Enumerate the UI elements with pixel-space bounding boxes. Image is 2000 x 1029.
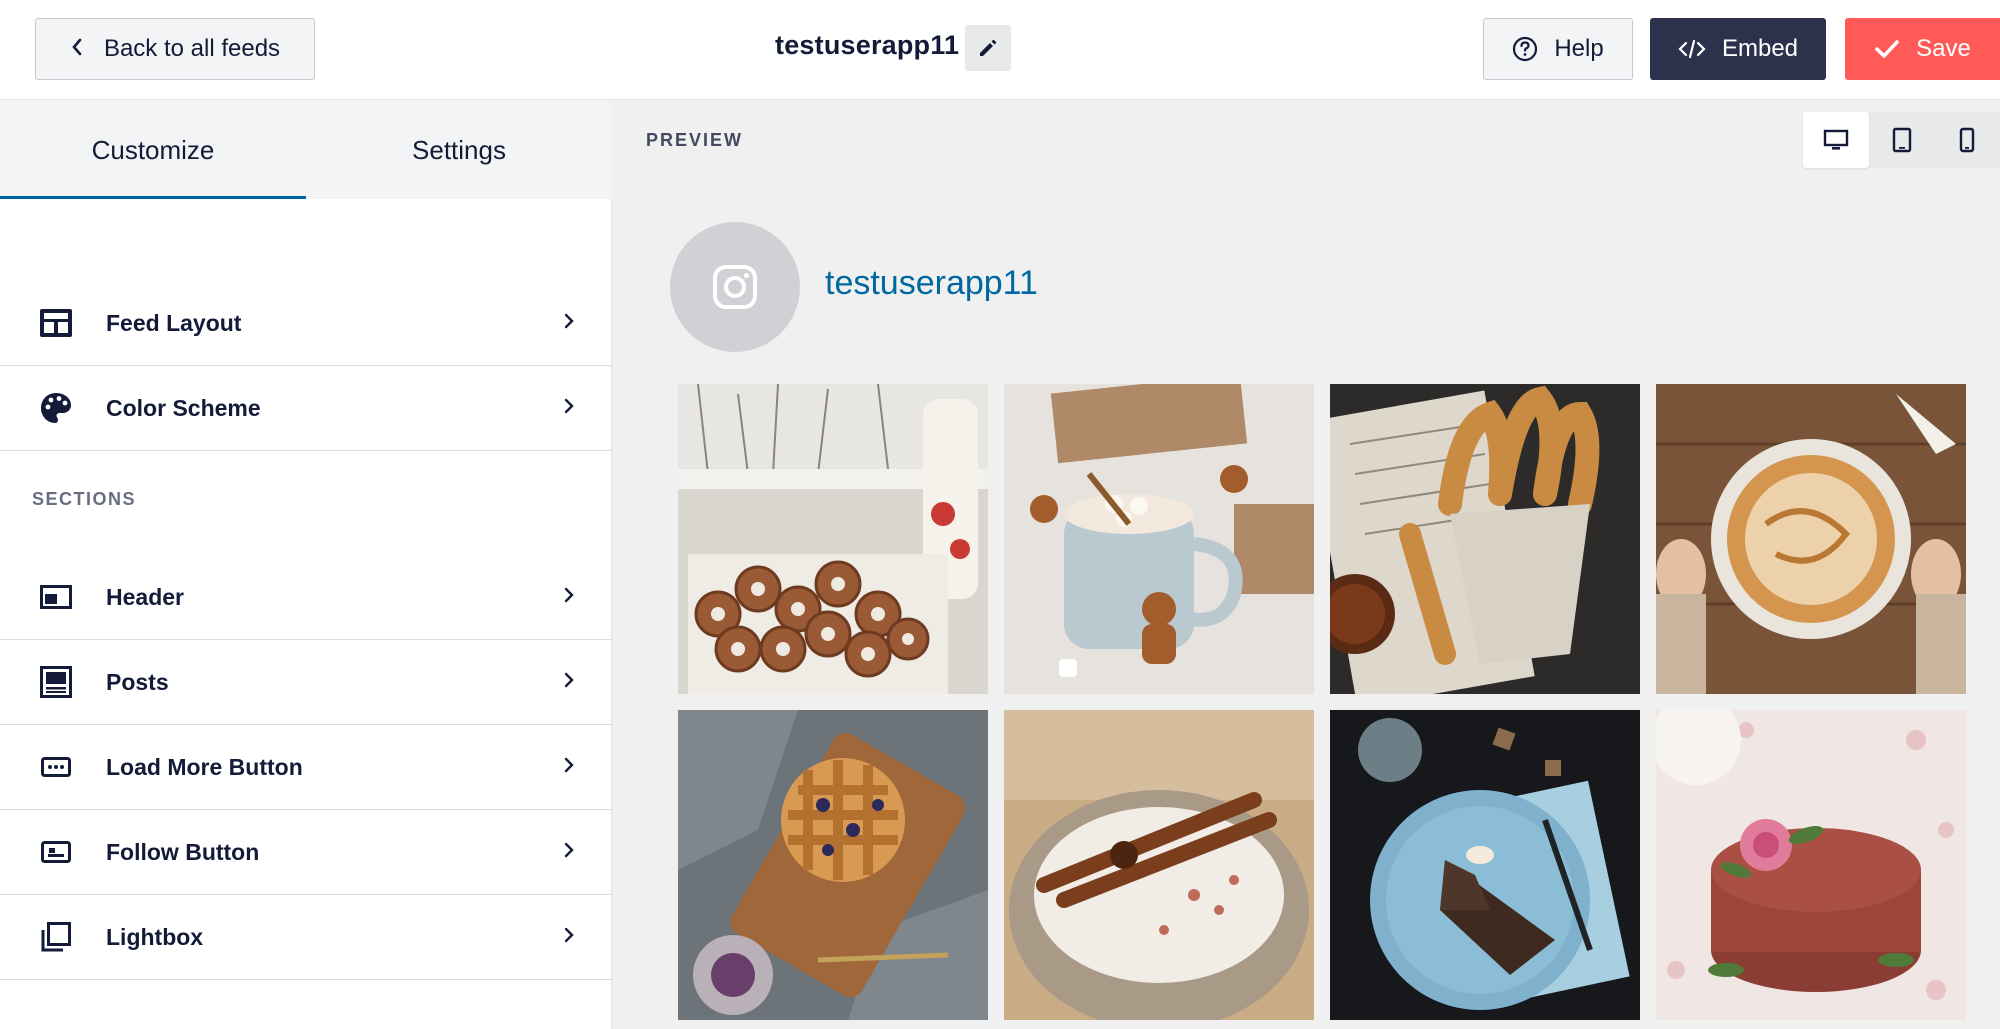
tablet-view-button[interactable] xyxy=(1869,112,1935,168)
sidebar-item-label: Follow Button xyxy=(106,838,260,865)
palette-icon xyxy=(38,390,74,426)
feed-name: testuserapp11 xyxy=(775,30,960,60)
edit-feed-name-button[interactable] xyxy=(965,25,1011,71)
sidebar-item-label: Header xyxy=(106,583,184,610)
pencil-icon xyxy=(980,39,997,56)
tab-customize[interactable]: Customize xyxy=(0,101,306,199)
sidebar-item-label: Load More Button xyxy=(106,753,303,780)
follow-icon xyxy=(38,834,74,870)
feed-photo[interactable] xyxy=(1330,710,1640,1020)
sidebar-item-label: Posts xyxy=(106,668,169,695)
sidebar-item-lightbox[interactable]: Lightbox xyxy=(0,895,612,980)
save-button[interactable]: Save xyxy=(1845,18,2000,80)
mobile-view-button[interactable] xyxy=(1934,112,2000,168)
sidebar-item-label: Color Scheme xyxy=(106,394,261,421)
chevron-right-icon xyxy=(563,309,575,337)
desktop-icon xyxy=(1823,129,1849,150)
back-to-feeds-button[interactable]: Back to all feeds xyxy=(35,18,315,80)
sidebar-item-feed-layout[interactable]: Feed Layout xyxy=(0,281,612,366)
feed-photo[interactable] xyxy=(678,710,988,1020)
sidebar-item-posts[interactable]: Posts xyxy=(0,640,612,725)
code-icon xyxy=(1678,39,1706,59)
posts-icon xyxy=(38,664,74,700)
embed-button[interactable]: Embed xyxy=(1650,18,1826,80)
save-label: Save xyxy=(1916,35,1971,62)
feed-photo[interactable] xyxy=(1656,710,1966,1020)
sidebar-item-color-scheme[interactable]: Color Scheme xyxy=(0,366,612,451)
tablet-icon xyxy=(1892,127,1911,153)
sidebar-item-label: Feed Layout xyxy=(106,309,242,336)
chevron-right-icon xyxy=(563,394,575,422)
header-icon xyxy=(38,579,74,615)
question-circle-icon xyxy=(1513,36,1538,62)
chevron-right-icon xyxy=(563,753,575,781)
feed-photo[interactable] xyxy=(1004,384,1314,694)
desktop-view-button[interactable] xyxy=(1803,112,1869,168)
sidebar-tabs: Customize Settings xyxy=(0,101,612,199)
load-more-icon xyxy=(38,749,74,785)
top-bar: Back to all feeds testuserapp11 Help Emb… xyxy=(0,0,2000,100)
sidebar-item-header[interactable]: Header xyxy=(0,555,612,640)
preview-label: PREVIEW xyxy=(646,130,744,150)
chevron-right-icon xyxy=(563,923,575,951)
chevron-right-icon xyxy=(563,838,575,866)
tab-customize-label: Customize xyxy=(91,134,215,165)
instagram-icon xyxy=(713,265,757,309)
embed-label: Embed xyxy=(1721,35,1799,62)
checkmark-icon xyxy=(1875,40,1899,58)
sidebar-item-load-more-button[interactable]: Load More Button xyxy=(0,725,612,810)
back-label: Back to all feeds xyxy=(103,35,281,62)
sidebar-item-label: Lightbox xyxy=(106,923,204,950)
device-switcher xyxy=(1803,112,2000,168)
tab-settings-label: Settings xyxy=(412,134,506,165)
help-label: Help xyxy=(1554,35,1604,62)
sidebar-item-follow-button[interactable]: Follow Button xyxy=(0,810,612,895)
tab-settings[interactable]: Settings xyxy=(306,101,612,199)
sections-heading: SECTIONS xyxy=(32,489,137,509)
chevron-right-icon xyxy=(563,583,575,611)
feed-photo[interactable] xyxy=(1656,384,1966,694)
profile-username[interactable]: testuserapp11 xyxy=(825,264,1038,303)
layout-grid-icon xyxy=(38,305,74,341)
feed-photo[interactable] xyxy=(1330,384,1640,694)
help-button[interactable]: Help xyxy=(1483,18,1633,80)
profile-avatar[interactable] xyxy=(670,222,800,352)
lightbox-icon xyxy=(38,919,74,955)
photo-grid xyxy=(678,384,1968,1029)
feed-photo[interactable] xyxy=(678,384,988,694)
chevron-left-icon xyxy=(70,36,84,62)
chevron-right-icon xyxy=(563,668,575,696)
mobile-icon xyxy=(1959,127,1975,153)
feed-photo[interactable] xyxy=(1004,710,1314,1020)
customizer-sidebar: Customize Settings Feed Layout Color Sch… xyxy=(0,101,612,1029)
